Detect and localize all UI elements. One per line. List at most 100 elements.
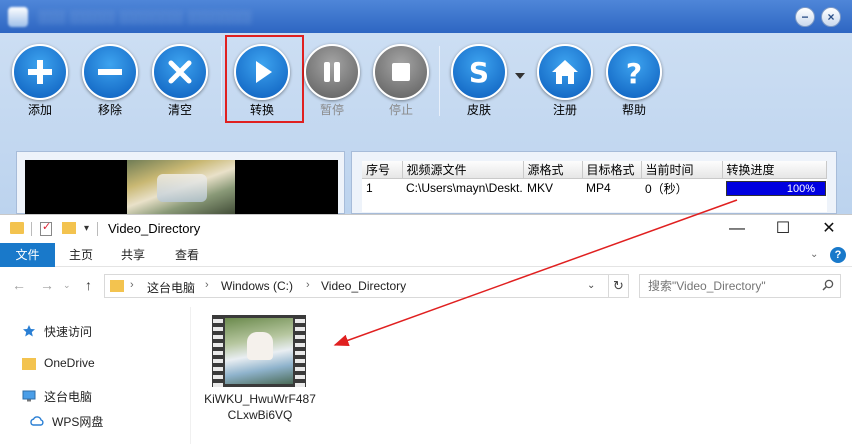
- explorer-window: ▾ Video_Directory — ☐ ✕ 文件 主页 共享 查看 ⌄ ? …: [0, 214, 852, 444]
- nav-item-label: OneDrive: [44, 356, 95, 370]
- help-button[interactable]: ? 帮助: [599, 44, 669, 122]
- column-header[interactable]: 当前时间: [641, 161, 723, 179]
- tab-share[interactable]: 共享: [107, 243, 159, 267]
- pause-button[interactable]: 暂停: [297, 44, 367, 122]
- converter-title-blurred: ░░░ ░░░░░ ░░░░░░░ ░░░░░░░: [38, 9, 252, 24]
- ribbon-expand-icon[interactable]: ⌄: [810, 249, 818, 260]
- row-current-time: 0（秒）: [645, 181, 688, 196]
- video-thumbnail: [127, 160, 235, 215]
- search-icon[interactable]: [822, 279, 834, 291]
- minus-icon: [82, 44, 138, 100]
- folder-icon: [22, 358, 36, 370]
- pane-divider: [190, 307, 191, 444]
- navigation-pane: 快速访问 OneDrive 这台电脑 WPS网盘: [0, 307, 190, 444]
- video-file-icon: [212, 315, 306, 387]
- stop-label: 停止: [388, 103, 413, 117]
- chevron-right-icon[interactable]: ›: [130, 279, 134, 291]
- register-label: 注册: [552, 103, 577, 117]
- recent-locations-icon[interactable]: ⌄: [63, 280, 71, 291]
- divider: [31, 222, 32, 236]
- tab-file[interactable]: 文件: [0, 243, 55, 267]
- explorer-titlebar: ▾ Video_Directory — ☐ ✕: [0, 215, 852, 243]
- question-icon: ?: [606, 44, 662, 100]
- quick-access-dropdown-icon[interactable]: ▾: [84, 223, 89, 234]
- column-header[interactable]: 源格式: [523, 161, 583, 179]
- convert-highlight-box: [225, 35, 304, 123]
- toolbar-divider: [221, 46, 222, 116]
- table-header-row: 序号 视频源文件 源格式 目标格式 当前时间 转换进度: [362, 161, 827, 179]
- minimize-button[interactable]: −: [795, 7, 815, 27]
- table-row[interactable]: 1 C:\Users\mayn\Deskt... MKV MP4 0（秒） 10…: [362, 179, 826, 198]
- clear-button[interactable]: 清空: [145, 44, 215, 122]
- properties-icon[interactable]: [40, 220, 52, 236]
- stop-icon: [373, 44, 429, 100]
- maximize-button[interactable]: ☐: [760, 215, 806, 243]
- close-button[interactable]: ×: [821, 7, 841, 27]
- nav-item-label: 快速访问: [44, 325, 93, 339]
- home-icon: [537, 44, 593, 100]
- breadcrumb-drive[interactable]: Windows (C:): [221, 279, 293, 293]
- svg-text:S: S: [469, 56, 489, 88]
- pause-icon: [304, 44, 360, 100]
- folder-icon: [10, 222, 24, 234]
- converter-titlebar: ░░░ ░░░░░ ░░░░░░░ ░░░░░░░ − ×: [0, 0, 852, 33]
- address-bar[interactable]: › 这台电脑 › Windows (C:) › Video_Directory …: [104, 274, 609, 298]
- row-target-format: MP4: [586, 181, 611, 196]
- cloud-icon: [30, 416, 44, 426]
- add-label: 添加: [27, 103, 52, 117]
- svg-text:?: ?: [626, 57, 642, 88]
- row-progress: 100%: [722, 179, 826, 198]
- back-arrow-icon[interactable]: ←: [12, 277, 26, 293]
- address-dropdown-icon[interactable]: ⌄: [587, 280, 595, 291]
- converter-window: ░░░ ░░░░░ ░░░░░░░ ░░░░░░░ − × 添加 移除 清空 转…: [0, 0, 852, 215]
- register-button[interactable]: 注册: [530, 44, 600, 122]
- row-source-file: C:\Users\mayn\Deskt...: [406, 181, 523, 196]
- file-name: KiWKU_HwuWrF487CLxwBi6VQ: [204, 392, 316, 422]
- chevron-right-icon[interactable]: ›: [306, 279, 310, 291]
- close-button[interactable]: ✕: [806, 215, 852, 243]
- video-preview: [25, 160, 338, 215]
- row-index: 1: [366, 181, 373, 196]
- x-icon: [152, 44, 208, 100]
- tab-home[interactable]: 主页: [55, 243, 107, 267]
- skype-s-icon: S: [451, 44, 507, 100]
- app-icon: [8, 7, 28, 27]
- nav-item-label: WPS网盘: [52, 415, 104, 429]
- row-source-format: MKV: [527, 181, 554, 196]
- breadcrumb-folder[interactable]: Video_Directory: [321, 279, 406, 293]
- breadcrumb-this-pc[interactable]: 这台电脑: [147, 279, 195, 296]
- help-icon[interactable]: ?: [830, 247, 846, 263]
- tab-view[interactable]: 查看: [159, 243, 215, 267]
- skin-label: 皮肤: [466, 103, 491, 117]
- column-header[interactable]: 转换进度: [722, 161, 827, 179]
- ribbon: 文件 主页 共享 查看 ⌄ ?: [0, 243, 852, 267]
- task-table: 序号 视频源文件 源格式 目标格式 当前时间 转换进度 1 C:\Users\m…: [362, 161, 827, 212]
- computer-icon: [22, 390, 36, 402]
- window-title: Video_Directory: [108, 221, 201, 236]
- skin-button[interactable]: S 皮肤: [444, 44, 514, 122]
- search-input[interactable]: [648, 279, 818, 293]
- progress-bar: 100%: [726, 180, 826, 196]
- video-file-item[interactable]: KiWKU_HwuWrF487CLxwBi6VQ: [200, 311, 320, 431]
- help-label: 帮助: [621, 103, 646, 117]
- nav-item-label: 这台电脑: [44, 390, 93, 404]
- table-row: [362, 198, 826, 212]
- stop-button[interactable]: 停止: [366, 44, 436, 122]
- add-button[interactable]: 添加: [5, 44, 75, 122]
- folder-icon: [110, 280, 124, 292]
- new-folder-icon[interactable]: [62, 222, 76, 234]
- chevron-right-icon[interactable]: ›: [205, 279, 209, 291]
- task-panel: 序号 视频源文件 源格式 目标格式 当前时间 转换进度 1 C:\Users\m…: [351, 151, 837, 214]
- skin-dropdown-icon[interactable]: [515, 73, 525, 79]
- forward-arrow-icon[interactable]: →: [40, 277, 54, 293]
- column-header[interactable]: 目标格式: [582, 161, 642, 179]
- remove-button[interactable]: 移除: [75, 44, 145, 122]
- minimize-button[interactable]: —: [714, 215, 760, 243]
- remove-label: 移除: [97, 103, 122, 117]
- column-header[interactable]: 视频源文件: [402, 161, 524, 179]
- column-header[interactable]: 序号: [362, 161, 403, 179]
- search-box[interactable]: [639, 274, 841, 298]
- up-arrow-icon[interactable]: ↑: [85, 277, 92, 293]
- refresh-button[interactable]: ↻: [609, 274, 629, 298]
- preview-panel: [16, 151, 345, 215]
